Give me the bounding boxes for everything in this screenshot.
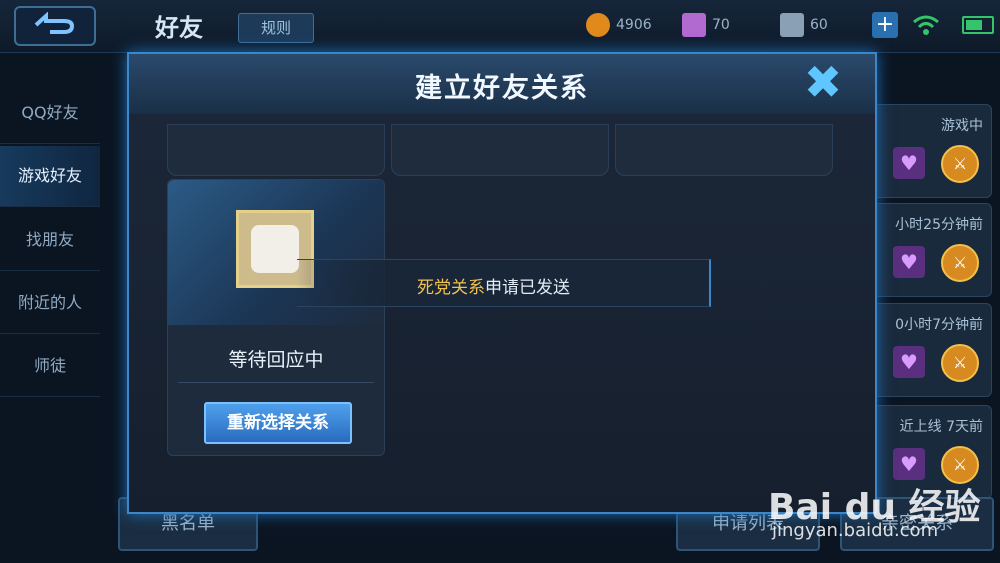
friend-row[interactable]: 小时25分钟前 ♥ ⚔ [872, 203, 992, 297]
coupon-amount: 60 [810, 17, 828, 33]
friend-card: 等待回应中 重新选择关系 [167, 179, 385, 456]
sidebar-item-find-friends[interactable]: 找朋友 [0, 210, 100, 271]
baidu-watermark: Bai du 经验 jingyan.baidu.com [768, 460, 998, 560]
sidebar-item-nearby[interactable]: 附近的人 [0, 273, 100, 334]
reselect-relation-button[interactable]: 重新选择关系 [204, 402, 352, 444]
top-bar [0, 0, 1000, 53]
back-arrow-icon [34, 12, 75, 34]
close-icon[interactable]: ✖ [801, 59, 845, 105]
battery-icon [962, 16, 994, 34]
friend-status: 小时25分钟前 [895, 217, 983, 233]
heart-icon[interactable]: ♥ [893, 147, 925, 179]
coupon-icon [780, 13, 804, 37]
heart-icon[interactable]: ♥ [893, 246, 925, 278]
modal-title: 建立好友关系 [415, 73, 589, 104]
relation-slot [167, 124, 385, 176]
toast-rest-text: 申请已发送 [485, 278, 570, 298]
diamond-amount: 70 [712, 17, 730, 33]
friend-status: 近上线 7天前 [899, 419, 983, 435]
recharge-plus-button[interactable]: + [872, 12, 898, 38]
relation-slot [391, 124, 609, 176]
waiting-status: 等待回应中 [228, 349, 324, 371]
medal-icon[interactable]: ⚔ [941, 145, 979, 183]
heart-icon[interactable]: ♥ [893, 346, 925, 378]
medal-icon[interactable]: ⚔ [941, 244, 979, 282]
toast-relation-name: 死党关系 [417, 278, 485, 298]
friend-status: 游戏中 [941, 118, 983, 134]
establish-relation-modal: 建立好友关系 ✖ 等待回应中 重新选择关系 死党关系申请已发送 [127, 52, 877, 514]
sidebar-item-mentor[interactable]: 师徒 [0, 336, 100, 397]
request-sent-toast: 死党关系申请已发送 [297, 259, 711, 307]
gold-amount: 4906 [616, 17, 652, 33]
friend-row[interactable]: 0小时7分钟前 ♥ ⚔ [872, 303, 992, 397]
avatar-image [251, 225, 299, 273]
sidebar-item-game-friends[interactable]: 游戏好友 [0, 146, 100, 207]
coupon-currency: 60 [780, 12, 828, 38]
diamond-currency: 70 [682, 12, 730, 38]
gold-coin-icon [586, 13, 610, 37]
rules-button[interactable]: 规则 [238, 13, 314, 43]
wifi-icon [913, 15, 939, 35]
divider [178, 382, 374, 383]
medal-icon[interactable]: ⚔ [941, 344, 979, 382]
page-title: 好友 [155, 14, 203, 42]
watermark-url: jingyan.baidu.com [772, 520, 939, 541]
diamond-icon [682, 13, 706, 37]
back-button[interactable] [14, 6, 96, 46]
relation-slot [615, 124, 833, 176]
sidebar: QQ好友 游戏好友 找朋友 附近的人 师徒 [0, 80, 100, 563]
gold-currency: 4906 [586, 12, 652, 38]
friend-status: 0小时7分钟前 [895, 317, 983, 333]
sidebar-item-qq-friends[interactable]: QQ好友 [0, 83, 100, 144]
toast-message: 死党关系申请已发送 [417, 273, 570, 298]
friend-row[interactable]: 游戏中 ♥ ⚔ [872, 104, 992, 198]
